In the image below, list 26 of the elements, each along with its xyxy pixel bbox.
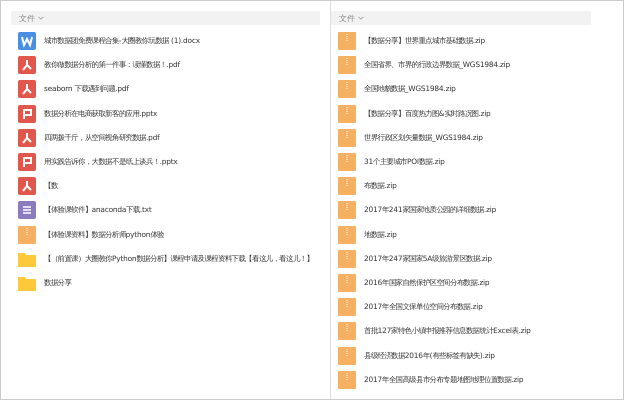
pdf-document-icon — [18, 177, 36, 196]
archive-icon — [338, 80, 356, 98]
archive-icon — [338, 250, 356, 268]
archive-icon — [338, 104, 356, 123]
caret-icon — [358, 16, 364, 20]
word-document-icon — [18, 32, 36, 50]
pdf-document-icon — [18, 128, 36, 147]
archive-icon — [338, 177, 356, 196]
archive-icon — [338, 346, 356, 365]
archive-icon — [338, 128, 356, 147]
pdf-document-icon — [18, 80, 36, 98]
archive-icon — [18, 226, 36, 244]
caret-icon — [38, 16, 44, 20]
presentation-document-icon — [18, 104, 36, 123]
archive-icon — [338, 370, 356, 389]
presentation-document-icon — [18, 153, 36, 172]
archive-icon — [338, 274, 356, 292]
archive-icon — [338, 153, 356, 172]
archive-icon — [338, 298, 356, 316]
archive-icon — [338, 32, 356, 50]
archive-icon — [338, 322, 356, 340]
pdf-document-icon — [18, 56, 36, 74]
archive-icon — [338, 201, 356, 220]
archive-icon — [338, 56, 356, 74]
text-document-icon — [18, 201, 36, 220]
archive-icon — [338, 226, 356, 244]
